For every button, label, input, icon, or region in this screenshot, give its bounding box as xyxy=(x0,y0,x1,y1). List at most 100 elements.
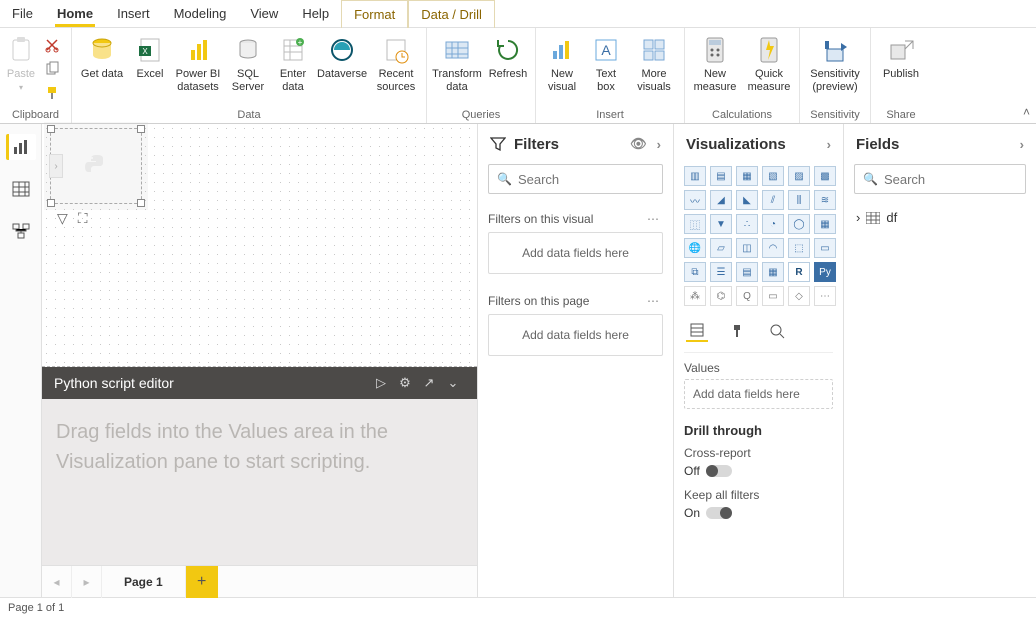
filters-search[interactable]: 🔍 xyxy=(488,164,663,194)
viz-stacked-bar[interactable]: ▥ xyxy=(684,166,706,186)
show-filters-icon[interactable]: 👁 xyxy=(630,136,647,152)
cross-report-toggle[interactable]: Off xyxy=(684,464,833,478)
python-visual-placeholder[interactable]: › ▽ ⛶ xyxy=(50,128,142,204)
viz-clustered-col[interactable]: ▧ xyxy=(762,166,784,186)
focus-icon[interactable]: ⛶ xyxy=(78,210,88,227)
viz-filled-map[interactable]: ▱ xyxy=(710,238,732,258)
viz-waterfall[interactable]: ⿲ xyxy=(684,214,706,234)
viz-100-col[interactable]: ▩ xyxy=(814,166,836,186)
keep-filters-toggle[interactable]: On xyxy=(684,506,833,520)
viz-matrix[interactable]: ▦ xyxy=(762,262,784,282)
page-filters-menu[interactable]: ⋯ xyxy=(643,294,663,308)
visual-filters-drop[interactable]: Add data fields here xyxy=(488,232,663,274)
publish-button[interactable]: Publish xyxy=(875,30,927,85)
values-drop[interactable]: Add data fields here xyxy=(684,379,833,409)
viz-python-script[interactable]: Py xyxy=(814,262,836,282)
pbi-datasets-button[interactable]: Power BI datasets xyxy=(172,30,224,98)
run-script-button[interactable]: ▷ xyxy=(369,375,393,391)
text-box-button[interactable]: AText box xyxy=(586,30,626,98)
data-view-button[interactable] xyxy=(6,176,36,202)
more-visuals-button[interactable]: More visuals xyxy=(628,30,680,98)
viz-pie[interactable]: ◔ xyxy=(762,214,784,234)
transform-data-button[interactable]: Transform data xyxy=(431,30,483,98)
fields-search-input[interactable] xyxy=(884,172,1036,187)
viz-ribbon[interactable]: ≋ xyxy=(814,190,836,210)
get-data-button[interactable]: Get data xyxy=(76,30,128,85)
excel-button[interactable]: XExcel xyxy=(130,30,170,85)
filter-icon[interactable]: ▽ xyxy=(57,210,68,227)
sensitivity-button[interactable]: Sensitivity (preview) xyxy=(804,30,866,98)
model-view-button[interactable] xyxy=(6,218,36,244)
viz-qna[interactable]: Q xyxy=(736,286,758,306)
tab-home[interactable]: Home xyxy=(45,0,105,28)
tab-help[interactable]: Help xyxy=(290,0,341,28)
viz-line-col2[interactable]: ⫼ xyxy=(788,190,810,210)
format-tab[interactable] xyxy=(726,320,748,342)
tab-view[interactable]: View xyxy=(238,0,290,28)
paste-button[interactable]: Paste ▾ xyxy=(4,30,38,97)
report-view-button[interactable] xyxy=(6,134,36,160)
viz-slicer[interactable]: ☰ xyxy=(710,262,732,282)
viz-stacked-col[interactable]: ▤ xyxy=(710,166,732,186)
tab-modeling[interactable]: Modeling xyxy=(162,0,239,28)
viz-map[interactable]: 🌐 xyxy=(684,238,706,258)
collapse-fields-button[interactable]: › xyxy=(1020,137,1024,152)
collapse-script-button[interactable]: ⌄ xyxy=(441,375,465,391)
prev-page-button[interactable]: ◂ xyxy=(42,566,72,598)
collapse-ribbon-button[interactable]: ˄ xyxy=(1023,105,1030,119)
viz-stacked-area[interactable]: ◣ xyxy=(736,190,758,210)
viz-paginated[interactable]: ▭ xyxy=(762,286,784,306)
viz-card[interactable]: ⬚ xyxy=(788,238,810,258)
viz-arcgis[interactable]: ◇ xyxy=(788,286,810,306)
viz-table[interactable]: ▤ xyxy=(736,262,758,282)
enter-data-button[interactable]: +Enter data xyxy=(272,30,314,98)
viz-funnel[interactable]: ▼ xyxy=(710,214,732,234)
refresh-button[interactable]: Refresh xyxy=(485,30,531,85)
viz-key-influencers[interactable]: ⁂ xyxy=(684,286,706,306)
expand-handle[interactable]: › xyxy=(49,154,63,178)
viz-100-bar[interactable]: ▨ xyxy=(788,166,810,186)
viz-decomp-tree[interactable]: ⌬ xyxy=(710,286,732,306)
popout-script-button[interactable]: ↗ xyxy=(417,375,441,391)
tab-data-drill[interactable]: Data / Drill xyxy=(408,0,495,28)
viz-gauge[interactable]: ◠ xyxy=(762,238,784,258)
filters-search-input[interactable] xyxy=(518,172,673,187)
dataverse-button[interactable]: Dataverse xyxy=(316,30,368,85)
viz-kpi[interactable]: ⧉ xyxy=(684,262,706,282)
viz-donut[interactable]: ◯ xyxy=(788,214,810,234)
tab-format[interactable]: Format xyxy=(341,0,408,28)
fields-tab[interactable] xyxy=(686,320,708,342)
cut-button[interactable] xyxy=(40,34,64,56)
copy-button[interactable] xyxy=(40,58,64,80)
script-options-button[interactable]: ⚙ xyxy=(393,375,417,391)
viz-r-script[interactable]: R xyxy=(788,262,810,282)
viz-clustered-bar[interactable]: ▦ xyxy=(736,166,758,186)
viz-scatter[interactable]: ∴ xyxy=(736,214,758,234)
tab-file[interactable]: File xyxy=(0,0,45,28)
viz-multi-card[interactable]: ▭ xyxy=(814,238,836,258)
collapse-viz-button[interactable]: › xyxy=(827,137,831,152)
viz-shape-map[interactable]: ◫ xyxy=(736,238,758,258)
format-painter-button[interactable] xyxy=(40,82,64,104)
collapse-filters-button[interactable]: › xyxy=(657,137,661,152)
tab-insert[interactable]: Insert xyxy=(105,0,162,28)
fields-search[interactable]: 🔍 xyxy=(854,164,1026,194)
table-df[interactable]: › df xyxy=(854,206,1026,229)
analytics-tab[interactable] xyxy=(766,320,788,342)
quick-measure-button[interactable]: Quick measure xyxy=(743,30,795,98)
new-measure-button[interactable]: New measure xyxy=(689,30,741,98)
new-visual-button[interactable]: New visual xyxy=(540,30,584,98)
report-canvas[interactable]: › ▽ ⛶ xyxy=(42,124,477,367)
next-page-button[interactable]: ▸ xyxy=(72,566,102,598)
page-tab-1[interactable]: Page 1 xyxy=(102,566,186,598)
page-filters-drop[interactable]: Add data fields here xyxy=(488,314,663,356)
viz-more[interactable]: ⋯ xyxy=(814,286,836,306)
recent-sources-button[interactable]: Recent sources xyxy=(370,30,422,98)
add-page-button[interactable]: + xyxy=(186,566,218,598)
viz-area[interactable]: ◢ xyxy=(710,190,732,210)
viz-treemap[interactable]: ▦ xyxy=(814,214,836,234)
visual-filters-menu[interactable]: ⋯ xyxy=(643,212,663,226)
sql-server-button[interactable]: SQL Server xyxy=(226,30,270,98)
viz-line-col[interactable]: ⫽ xyxy=(762,190,784,210)
viz-line[interactable]: 〰 xyxy=(684,190,706,210)
